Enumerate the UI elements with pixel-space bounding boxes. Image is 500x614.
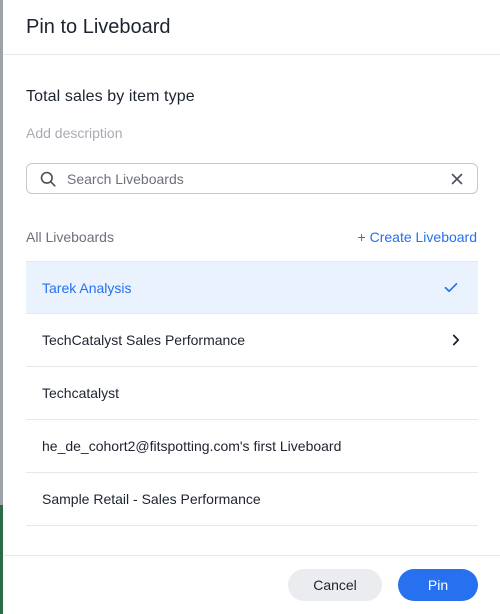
cancel-button[interactable]: Cancel	[288, 569, 382, 601]
list-item-label: Sample Retail - Sales Performance	[42, 491, 261, 507]
dialog-footer: Cancel Pin	[3, 555, 500, 614]
liveboards-list-header: All Liveboards + Create Liveboard	[26, 227, 478, 247]
liveboard-item-tarek-analysis[interactable]: Tarek Analysis	[26, 261, 478, 314]
all-liveboards-label: All Liveboards	[26, 229, 114, 245]
liveboard-item-techcatalyst-sales-performance[interactable]: TechCatalyst Sales Performance	[26, 314, 478, 367]
check-icon	[444, 282, 458, 293]
dialog-header: Pin to Liveboard	[3, 0, 500, 55]
list-item-label: Techcatalyst	[42, 385, 120, 401]
pin-button[interactable]: Pin	[398, 569, 478, 601]
dialog-title: Pin to Liveboard	[26, 15, 171, 38]
liveboard-item-techcatalyst[interactable]: Techcatalyst	[26, 367, 478, 420]
search-icon	[40, 171, 56, 187]
dialog-body: Total sales by item type Add description…	[3, 88, 500, 526]
liveboard-item-sample-retail[interactable]: Sample Retail - Sales Performance	[26, 473, 478, 526]
liveboards-list: Tarek Analysis TechCatalyst Sales Perfor…	[26, 261, 478, 526]
list-item-label: he_de_cohort2@fitspotting.com's first Li…	[42, 438, 342, 454]
search-input[interactable]	[67, 170, 451, 187]
close-icon[interactable]	[451, 173, 463, 185]
list-item-label: TechCatalyst Sales Performance	[42, 332, 246, 348]
chevron-right-icon[interactable]	[452, 334, 460, 346]
create-liveboard-link[interactable]: + Create Liveboard	[358, 229, 477, 245]
pin-to-liveboard-dialog: Pin to Liveboard Total sales by item typ…	[3, 0, 500, 614]
liveboard-item-first-liveboard[interactable]: he_de_cohort2@fitspotting.com's first Li…	[26, 420, 478, 473]
search-box[interactable]	[26, 163, 478, 194]
chart-title[interactable]: Total sales by item type	[26, 88, 478, 106]
list-item-label: Tarek Analysis	[42, 279, 132, 296]
description-field[interactable]: Add description	[26, 125, 478, 141]
